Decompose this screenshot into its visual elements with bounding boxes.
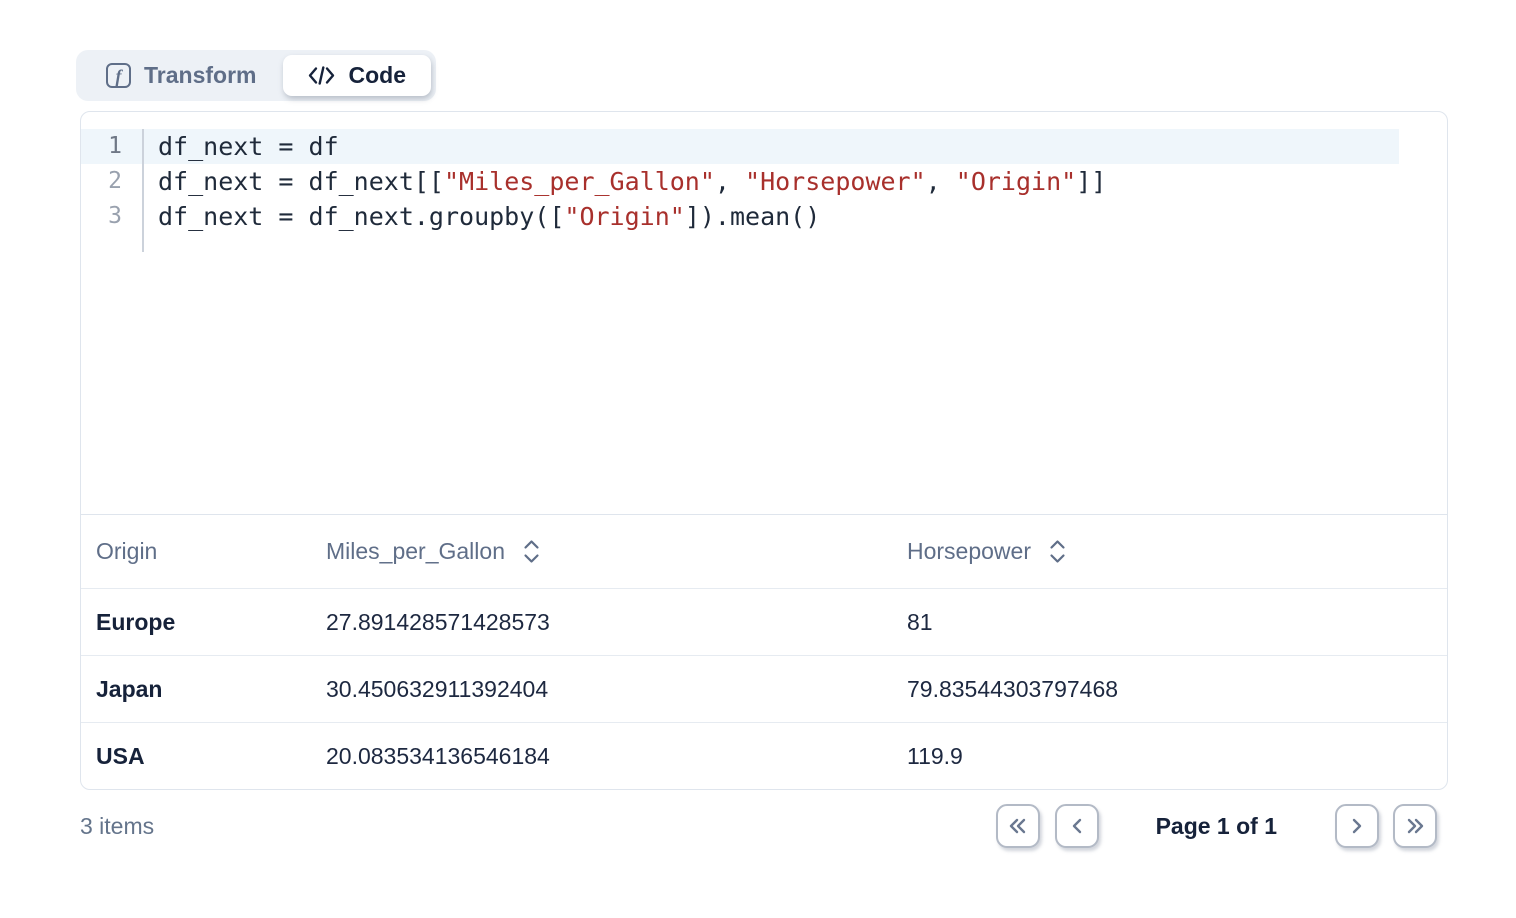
code-token: , [715, 167, 745, 196]
chevron-left-icon [1067, 816, 1087, 836]
code-token: ]).mean() [685, 202, 820, 231]
table-header-row: Origin Miles_per_Gallon Horsepower [81, 515, 1447, 588]
double-chevron-left-icon [1006, 816, 1029, 836]
tab-transform[interactable]: f Transform [81, 55, 281, 96]
line-number-1: 1 [81, 129, 144, 164]
code-token-string: "Horsepower" [745, 167, 926, 196]
cell-miles-per-gallon: 30.450632911392404 [326, 676, 907, 703]
sort-updown-icon[interactable] [523, 538, 540, 565]
view-tab-bar: f Transform Code [76, 50, 436, 101]
cell-miles-per-gallon: 27.891428571428573 [326, 609, 907, 636]
column-label: Origin [96, 538, 157, 565]
tab-code[interactable]: Code [283, 55, 431, 96]
last-page-button[interactable] [1393, 804, 1437, 848]
cell-horsepower: 81 [907, 609, 1447, 636]
page-indicator: Page 1 of 1 [1156, 813, 1277, 840]
code-token-string: "Miles_per_Gallon" [444, 167, 715, 196]
page: f Transform Code 1 df_next = df 2 df_ne [0, 0, 1516, 848]
cell-horsepower: 79.83544303797468 [907, 676, 1447, 703]
code-slash-icon [308, 65, 335, 86]
code-token-string: "Origin" [956, 167, 1076, 196]
gutter-divider [81, 234, 144, 252]
sort-updown-icon[interactable] [1049, 538, 1066, 565]
result-table: Origin Miles_per_Gallon Horsepower [81, 514, 1447, 789]
tab-transform-label: Transform [144, 62, 256, 89]
column-header-origin: Origin [96, 538, 326, 565]
code-token: ]] [1076, 167, 1106, 196]
table-row: USA 20.083534136546184 119.9 [81, 722, 1447, 789]
code-text-line-3: df_next = df_next.groupby(["Origin"]).me… [144, 199, 820, 234]
line-number-3: 3 [81, 199, 144, 234]
cell-origin: Europe [96, 609, 326, 636]
column-label: Miles_per_Gallon [326, 538, 505, 565]
double-chevron-right-icon [1404, 816, 1427, 836]
transform-panel: 1 df_next = df 2 df_next = df_next[["Mil… [80, 111, 1448, 790]
chevron-right-icon [1347, 816, 1367, 836]
pagination: Page 1 of 1 [996, 804, 1448, 848]
cell-miles-per-gallon: 20.083534136546184 [326, 743, 907, 770]
code-text-line-2: df_next = df_next[["Miles_per_Gallon", "… [144, 164, 1106, 199]
column-header-horsepower[interactable]: Horsepower [907, 538, 1447, 565]
function-icon: f [106, 63, 131, 88]
code-line-1[interactable]: 1 df_next = df [81, 129, 1399, 164]
line-number-2: 2 [81, 164, 144, 199]
code-line-2[interactable]: 2 df_next = df_next[["Miles_per_Gallon",… [81, 164, 1399, 199]
next-page-button[interactable] [1335, 804, 1379, 848]
code-token-string: "Origin" [564, 202, 684, 231]
first-page-button[interactable] [996, 804, 1040, 848]
cell-horsepower: 119.9 [907, 743, 1447, 770]
tab-code-label: Code [348, 62, 406, 89]
table-row: Japan 30.450632911392404 79.835443037974… [81, 655, 1447, 722]
code-line-3[interactable]: 3 df_next = df_next.groupby(["Origin"]).… [81, 199, 1399, 234]
code-editor[interactable]: 1 df_next = df 2 df_next = df_next[["Mil… [81, 112, 1447, 514]
cell-origin: Japan [96, 676, 326, 703]
cell-origin: USA [96, 743, 326, 770]
code-token: , [926, 167, 956, 196]
code-token: df_next = df_next[[ [158, 167, 444, 196]
code-token: df_next = df [158, 132, 339, 161]
table-row: Europe 27.891428571428573 81 [81, 588, 1447, 655]
code-token: df_next = df_next.groupby([ [158, 202, 564, 231]
previous-page-button[interactable] [1055, 804, 1099, 848]
column-header-miles-per-gallon[interactable]: Miles_per_Gallon [326, 538, 907, 565]
table-footer: 3 items Page 1 of 1 [80, 804, 1448, 848]
column-label: Horsepower [907, 538, 1031, 565]
code-text-line-1: df_next = df [144, 129, 339, 164]
gutter-stub [81, 234, 1399, 252]
items-count: 3 items [80, 813, 154, 840]
